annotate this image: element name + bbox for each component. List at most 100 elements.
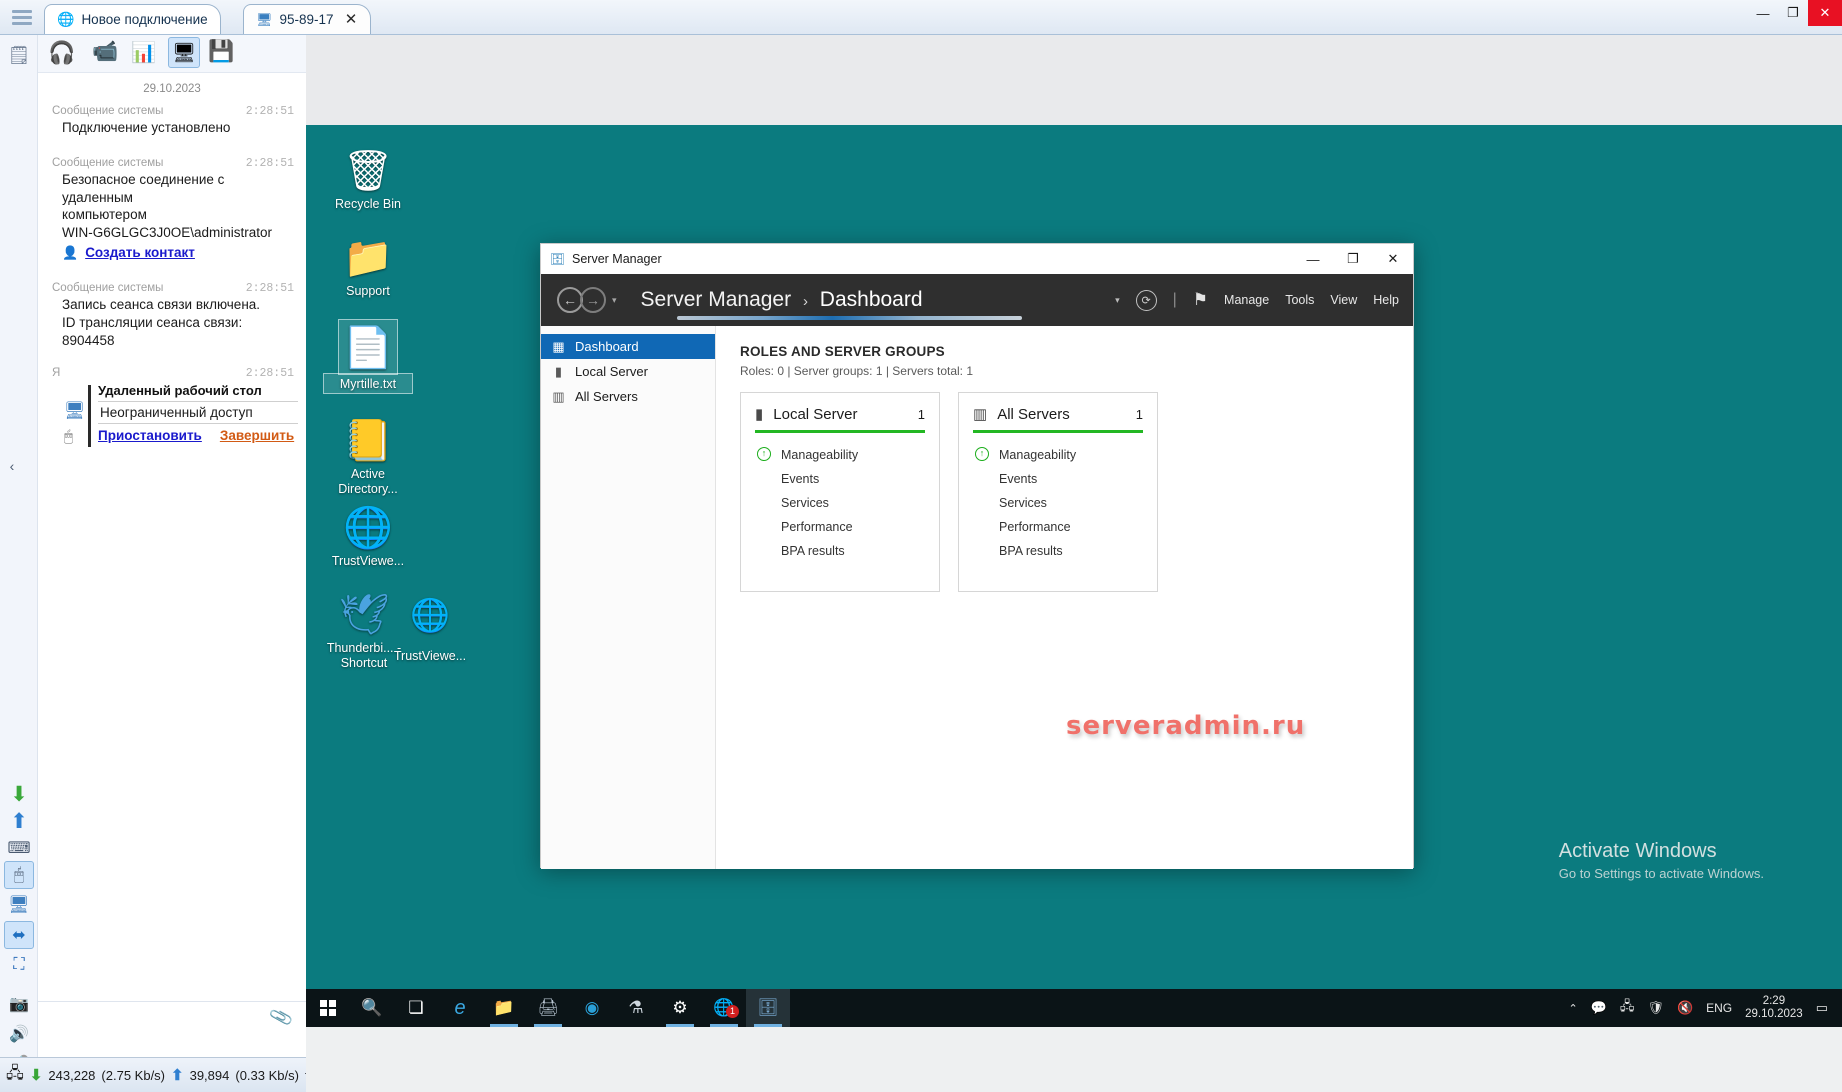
card-row-bpa-results[interactable]: BPA results [755,539,925,563]
server-manager-window[interactable]: 🗄 Server Manager — ❐ ✕ ← → ▾ Server Mana… [540,243,1414,869]
task-view-icon[interactable]: ❏ [394,989,438,1027]
refresh-icon[interactable]: ⟳ [1135,289,1157,311]
remote-tool-icon[interactable]: ⚗ [614,989,658,1027]
card-row-manageability[interactable]: ↑ Manageability [755,443,925,467]
start-button[interactable] [306,989,350,1027]
card-row-events[interactable]: Events [973,467,1143,491]
remote-desktop-background[interactable]: 🗑 Recycle Bin 📁 Support 📄 Myrtille.txt 📒… [306,125,1842,989]
save-icon[interactable]: 💾 [208,40,234,64]
menu-help[interactable]: Help [1373,293,1399,307]
desktop-icon-myrtille-txt[interactable]: 📄 Myrtille.txt [323,319,413,394]
desktop-icon-trustviewer[interactable]: 🌐 TrustViewe... [324,500,412,569]
edge-icon[interactable]: ◉ [570,989,614,1027]
action-center-icon[interactable]: ▭ [1816,1000,1828,1016]
settings-gear-icon[interactable]: ⚙ [658,989,702,1027]
server-group-card[interactable]: ▮ Local Server 1 ↑ Manageability Events … [740,392,940,592]
maximize-button[interactable]: ❐ [1778,0,1808,26]
network-tray-icon[interactable]: 🖧 [1620,997,1635,1019]
menu-icon[interactable] [8,5,36,29]
add-contact-icon: 👤 [62,245,79,261]
upload-arrow-icon[interactable]: ⬆ [4,807,34,835]
remote-screen-icon[interactable]: 🖥 [168,37,200,68]
card-row-label: BPA results [781,544,845,558]
breadcrumb-current: Dashboard [819,288,923,311]
trustviewer-taskbar-icon[interactable]: 🌐 1 [702,989,746,1027]
paperclip-icon[interactable]: 📎 [268,1005,295,1031]
desktop-icon-active-directory[interactable]: 📒 Active Directory... [324,413,412,497]
card-row-manageability[interactable]: ↑ Manageability [973,443,1143,467]
speaker-icon[interactable]: 🔊 [4,1020,34,1048]
activate-windows-subtitle: Go to Settings to activate Windows. [1558,866,1764,881]
menu-tools[interactable]: Tools [1285,293,1314,307]
create-contact-link[interactable]: Создать контакт [85,244,195,262]
desktop-icon-label: TrustViewe... [331,554,405,568]
desktop-icon-support[interactable]: 📁 Support [324,230,412,299]
layout-icon[interactable]: 🗒 [4,41,34,69]
menu-view[interactable]: View [1330,293,1357,307]
thunderbird-icon: 🕊 [338,593,390,637]
chevron-down-icon-2[interactable]: ▾ [1115,295,1120,306]
download-bytes: 243,228 [48,1067,96,1083]
card-title[interactable]: Local Server [773,406,908,423]
sidebar-item-dashboard[interactable]: ▦ Dashboard [541,334,715,359]
server-manager-active-icon[interactable]: 🗄 [746,989,790,1027]
activate-windows-title: Activate Windows [1558,840,1717,862]
tab-new-connection[interactable]: 🌐 Новое подключение [44,4,221,34]
card-row-services[interactable]: Services [755,491,925,515]
status-ok-icon: ↑ [975,447,989,461]
tab-close-icon[interactable]: ✕ [343,11,360,28]
tray-chevron-up-icon[interactable]: ⌃ [1569,1002,1578,1015]
desktop-icon-label: Myrtille.txt [323,373,413,394]
sm-minimize-button[interactable]: — [1293,244,1333,274]
minimize-button[interactable]: — [1748,0,1778,26]
sidebar-item-local-server[interactable]: ▮ Local Server [541,359,715,384]
download-arrow-icon[interactable]: ⬇ [4,780,34,808]
file-explorer-icon[interactable]: 📁 [482,989,526,1027]
monitor-icon[interactable]: 🖥 [4,891,34,919]
close-button[interactable]: ✕ [1808,0,1842,26]
shield-warning-tray-icon[interactable]: 🛡 [1647,1000,1664,1016]
fullscreen-icon[interactable]: ⛶ [4,951,34,979]
pause-session-link[interactable]: Приостановить [98,428,202,443]
collapse-panel-button[interactable]: ‹ [3,453,21,479]
resize-icon[interactable]: ⬌ [4,921,34,949]
server-icon: ▮ [554,363,563,379]
end-session-link[interactable]: Завершить [220,428,294,443]
upload-arrow-icon: ⬆ [171,1067,184,1084]
keyboard-icon[interactable]: ⌨ [4,834,34,862]
sidebar-item-all-servers[interactable]: ▥ All Servers [541,384,715,409]
taskbar-clock[interactable]: 2:29 29.10.2023 [1745,995,1803,1021]
server-group-card[interactable]: ▥ All Servers 1 ↑ Manageability Events S… [958,392,1158,592]
forward-arrow-icon[interactable]: → [580,287,606,313]
desktop-icon-recycle-bin[interactable]: 🗑 Recycle Bin [324,143,412,212]
server-manager-taskbar-icon[interactable]: 🖨 [526,989,570,1027]
upload-bytes: 39,894 [189,1067,230,1083]
internet-explorer-icon[interactable]: e [438,989,482,1027]
sm-close-button[interactable]: ✕ [1373,244,1413,274]
card-row-services[interactable]: Services [973,491,1143,515]
notification-flag-icon[interactable]: ⚑ [1193,290,1208,310]
remote-desktop-viewport[interactable]: 🗑 Recycle Bin 📁 Support 📄 Myrtille.txt 📒… [306,35,1842,1092]
card-row-performance[interactable]: Performance [973,515,1143,539]
search-icon[interactable]: 🔍 [350,989,394,1027]
activate-windows-watermark: Activate Windows Go to Settings to activ… [1559,840,1764,881]
card-row-events[interactable]: Events [755,467,925,491]
webcam-icon-2[interactable]: 📷 [4,990,34,1018]
language-indicator[interactable]: ENG [1706,1001,1732,1015]
card-title[interactable]: All Servers [997,406,1126,423]
chat-bubble-tray-icon[interactable]: 💬 [1591,1000,1607,1016]
menu-manage[interactable]: Manage [1224,293,1269,307]
mouse-icon[interactable]: 🖱 [4,861,34,889]
tab-session-95-89-17[interactable]: 🖥 95-89-17 ✕ [243,4,371,34]
headset-icon[interactable]: 🎧 [48,40,75,66]
breadcrumb-root[interactable]: Server Manager [641,288,792,311]
card-row-performance[interactable]: Performance [755,515,925,539]
desktop-icon-trustviewer-2[interactable]: 🌐 TrustViewe... [386,587,474,664]
sm-maximize-button[interactable]: ❐ [1333,244,1373,274]
webcam-icon[interactable]: 📹 [92,40,118,64]
download-arrow-icon: ⬇ [29,1067,43,1084]
volume-muted-tray-icon[interactable]: 🔇 [1677,1000,1693,1016]
presentation-icon[interactable]: 📊 [131,40,156,65]
chevron-down-icon[interactable]: ▾ [612,295,617,306]
card-row-bpa-results[interactable]: BPA results [973,539,1143,563]
